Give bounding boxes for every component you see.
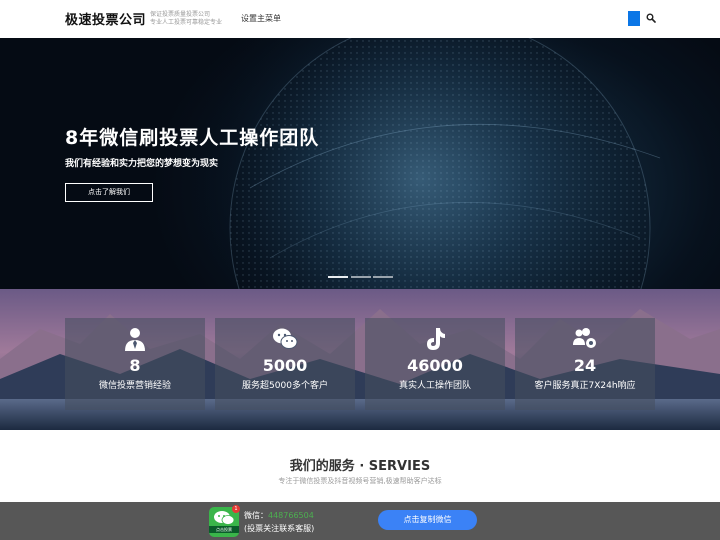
notification-badge: 1 bbox=[232, 505, 240, 513]
copy-wechat-button[interactable]: 点击复制微信 bbox=[378, 510, 477, 530]
stat-label: 客户服务真正7X24h响应 bbox=[534, 381, 636, 391]
wechat-id-line: 微信：448766504 bbox=[244, 510, 314, 521]
services-title: 我们的服务 · SERVIES bbox=[289, 459, 431, 474]
stat-number: 24 bbox=[573, 356, 597, 375]
users-gear-icon bbox=[573, 328, 596, 348]
tagline-line-2: 专业人工投票可靠稳定专业 bbox=[150, 19, 223, 26]
stat-card-team: 46000 真实人工操作团队 bbox=[365, 318, 505, 410]
stat-card-clients: 5000 服务超5000多个客户 bbox=[215, 318, 355, 410]
contact-note: (投票关注联系客服) bbox=[244, 524, 315, 533]
site-header: 极速投票公司 保证投票质量投票公司 专业人工投票可靠稳定专业 设置主菜单 bbox=[0, 0, 720, 39]
wechat-prefix: 微信： bbox=[244, 511, 268, 520]
carousel-dot-2[interactable] bbox=[351, 276, 371, 278]
tagline-line-1: 保证投票质量投票公司 bbox=[150, 11, 211, 18]
stat-card-experience: 8 微信投票营销经验 bbox=[65, 318, 205, 410]
site-tagline: 保证投票质量投票公司 专业人工投票可靠稳定专业 bbox=[150, 11, 222, 27]
stats-section: 8 微信投票营销经验 5000 服务超5000多个客户 46000 真实人工操作… bbox=[0, 289, 720, 430]
stat-number: 8 bbox=[129, 356, 141, 375]
search-icon[interactable] bbox=[646, 13, 656, 23]
user-tie-icon bbox=[125, 328, 145, 351]
services-subtitle: 专注于微信投票及抖音视频号营销,极速帮助客户达标 bbox=[278, 477, 442, 485]
stat-card-support: 24 客户服务真正7X24h响应 bbox=[515, 318, 655, 410]
learn-more-button[interactable]: 点击了解我们 bbox=[65, 183, 153, 202]
carousel-dot-3[interactable] bbox=[373, 276, 393, 278]
app-label: 点击投票 bbox=[209, 526, 239, 533]
carousel-dot-1[interactable] bbox=[328, 276, 348, 278]
site-logo[interactable]: 极速投票公司 bbox=[65, 9, 146, 28]
stat-label: 真实人工操作团队 bbox=[398, 381, 471, 391]
wechat-icon bbox=[273, 328, 298, 349]
stat-label: 服务超5000多个客户 bbox=[242, 381, 328, 391]
hero-banner: 8年微信刷投票人工操作团队 我们有经验和实力把您的梦想变为现实 点击了解我们 bbox=[0, 38, 720, 289]
menu-toggle-button[interactable] bbox=[628, 11, 640, 26]
tiktok-icon bbox=[427, 328, 445, 350]
stat-label: 微信投票营销经验 bbox=[98, 381, 171, 391]
contact-bar: 点击投票 1 微信：448766504 (投票关注联系客服) 点击复制微信 bbox=[0, 502, 720, 540]
stat-number: 46000 bbox=[407, 356, 463, 375]
main-menu-link[interactable]: 设置主菜单 bbox=[241, 13, 281, 24]
stat-number: 5000 bbox=[262, 356, 308, 375]
wechat-id[interactable]: 448766504 bbox=[268, 511, 314, 520]
hero-title: 8年微信刷投票人工操作团队 bbox=[65, 127, 320, 149]
hero-subtitle: 我们有经验和实力把您的梦想变为现实 bbox=[65, 159, 219, 169]
